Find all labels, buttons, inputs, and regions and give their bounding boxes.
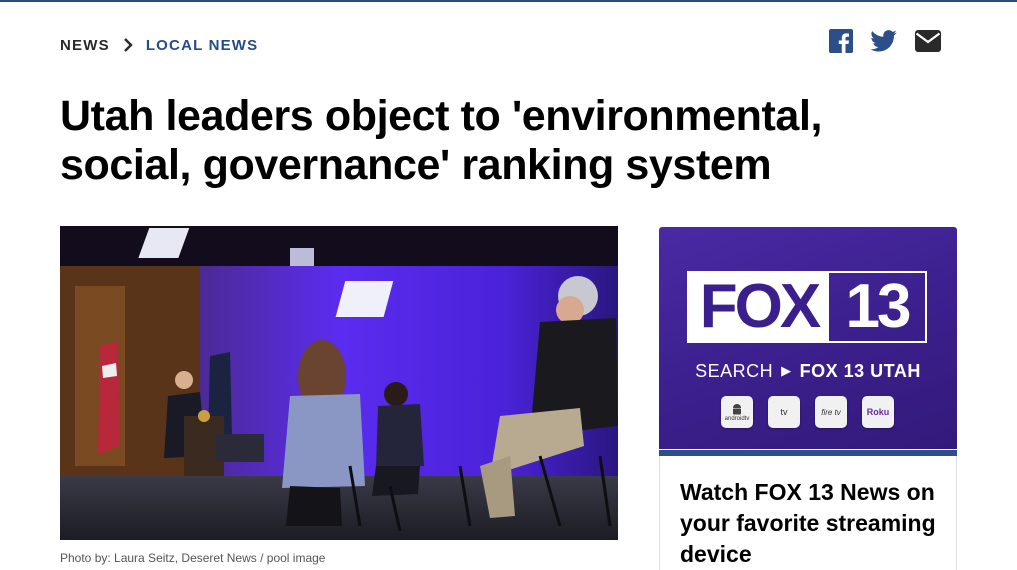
- breadcrumb-local-news-link[interactable]: LOCAL NEWS: [146, 37, 259, 54]
- search-target: FOX 13 UTAH: [799, 361, 921, 381]
- article-photo[interactable]: [60, 226, 618, 540]
- breadcrumb: NEWS LOCAL NEWS: [60, 34, 258, 56]
- article-headline: Utah leaders object to 'environmental, s…: [60, 92, 823, 189]
- search-prefix: SEARCH: [695, 361, 774, 381]
- email-icon[interactable]: [915, 30, 941, 57]
- androidtv-app-icon: androidtv: [721, 396, 753, 428]
- streaming-app-icons: androidtv tv fire tv Roku: [721, 396, 894, 428]
- fox13-streaming-promo[interactable]: FOX 13 SEARCH ▶ FOX 13 UTAH androidtv tv f…: [659, 227, 957, 449]
- appletv-app-icon: tv: [768, 396, 800, 428]
- photo-caption: Photo by: Laura Seitz, Deseret News / po…: [60, 551, 326, 565]
- appletv-label: tv: [780, 407, 788, 417]
- search-instruction: SEARCH ▶ FOX 13 UTAH: [659, 361, 957, 382]
- fox13-logo: FOX 13: [687, 271, 927, 343]
- firetv-label: fire tv: [821, 407, 841, 417]
- chevron-right-icon: [110, 34, 146, 56]
- share-bar: [829, 29, 941, 58]
- roku-label: Roku: [866, 407, 890, 417]
- firetv-app-icon: fire tv: [815, 396, 847, 428]
- promo-card[interactable]: Watch FOX 13 News on your favorite strea…: [659, 456, 957, 570]
- androidtv-label: androidtv: [724, 415, 750, 422]
- facebook-icon[interactable]: [829, 29, 853, 58]
- breadcrumb-news-link[interactable]: NEWS: [60, 37, 110, 54]
- promo-title[interactable]: Watch FOX 13 News on your favorite strea…: [680, 477, 945, 570]
- logo-number-text: 13: [845, 272, 912, 341]
- twitter-icon[interactable]: [870, 30, 897, 57]
- logo-fox-text: FOX: [689, 273, 829, 341]
- play-arrow-icon: ▶: [781, 363, 792, 378]
- roku-app-icon: Roku: [862, 396, 894, 428]
- top-border: [0, 0, 1017, 2]
